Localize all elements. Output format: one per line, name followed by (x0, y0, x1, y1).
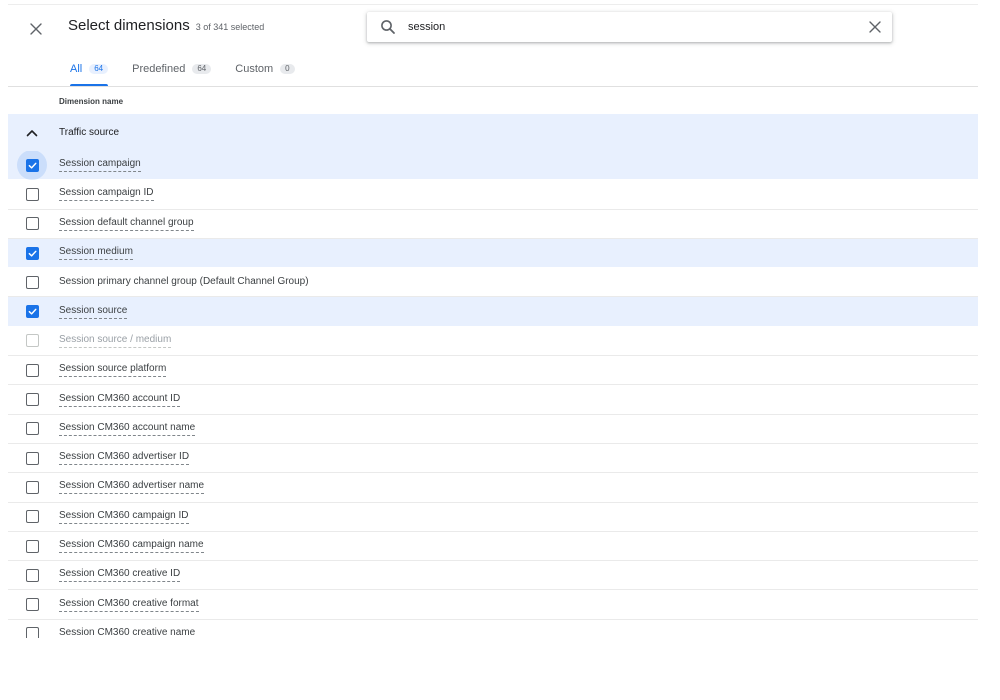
checkbox[interactable] (21, 359, 43, 381)
tab-label: Predefined (132, 63, 186, 75)
list-item[interactable]: Session CM360 advertiser name (8, 473, 978, 503)
checkbox-unchecked-icon (25, 480, 39, 494)
dimension-name: Session CM360 creative ID (59, 568, 181, 583)
dimension-name: Session CM360 creative format (59, 598, 199, 612)
dialog-title: Select dimensions (68, 17, 190, 34)
checkbox-unchecked-icon (25, 275, 39, 289)
checkbox-unchecked-icon (25, 510, 39, 524)
checkbox[interactable] (21, 242, 43, 264)
checkbox-unchecked-icon (25, 627, 39, 638)
list-item[interactable]: Session campaign (8, 151, 978, 181)
checkbox[interactable] (21, 183, 43, 205)
checkbox-checked-icon (25, 305, 39, 319)
tab-count-badge: 64 (89, 64, 109, 74)
list-item[interactable]: Session CM360 creative ID (8, 561, 978, 591)
dimension-name: Session source (59, 305, 128, 319)
checkbox-unchecked-icon (25, 393, 39, 407)
dimension-name: Session campaign ID (59, 187, 154, 202)
checkbox[interactable] (21, 623, 43, 638)
dimension-name: Session CM360 campaign ID (59, 510, 189, 524)
checkbox[interactable] (21, 476, 43, 498)
list-item[interactable]: Session CM360 account ID (8, 385, 978, 415)
group-row-traffic-source[interactable]: Traffic source (8, 114, 978, 152)
checkbox-unchecked-icon (25, 217, 39, 231)
group-label: Traffic source (59, 127, 120, 138)
close-icon (30, 23, 42, 35)
list-item[interactable]: Session campaign ID (8, 180, 978, 210)
tab-custom[interactable]: Custom 0 (223, 55, 306, 86)
dimension-name: Session CM360 advertiser name (59, 480, 205, 495)
checkbox[interactable] (21, 213, 43, 235)
dimension-name: Session campaign (59, 158, 141, 173)
checkbox-unchecked-icon (25, 422, 39, 436)
dialog-title-block: Select dimensions 3 of 341 selected (68, 17, 264, 34)
dimension-name: Session source platform (59, 363, 167, 378)
checkbox-unchecked-icon (25, 568, 39, 582)
list-item[interactable]: Session CM360 campaign name (8, 532, 978, 562)
chevron-up-icon[interactable] (24, 125, 40, 141)
list-item[interactable]: Session CM360 creative name (8, 620, 978, 638)
tab-bar: All 64 Predefined 64 Custom 0 (58, 55, 307, 86)
dimension-name: Session medium (59, 246, 133, 261)
checkbox[interactable] (21, 447, 43, 469)
search-input[interactable] (408, 21, 868, 33)
checkbox-unchecked-icon (25, 539, 39, 553)
checkbox-checked-icon (25, 246, 39, 260)
close-button[interactable] (22, 15, 50, 43)
checkbox[interactable] (21, 506, 43, 528)
selected-count: 3 of 341 selected (195, 22, 265, 32)
tabs-divider (8, 86, 978, 87)
list-item[interactable]: Session CM360 creative format (8, 590, 978, 620)
dimension-name: Session CM360 account ID (59, 393, 181, 407)
checkbox (21, 330, 43, 352)
checkbox[interactable] (21, 535, 43, 557)
checkbox[interactable] (21, 389, 43, 411)
column-header-dimension-name: Dimension name (59, 97, 124, 106)
tab-count-badge: 64 (192, 64, 212, 74)
list-item[interactable]: Session primary channel group (Default C… (8, 268, 978, 298)
dimension-name: Session source / medium (59, 334, 172, 348)
dimension-name: Session CM360 account name (59, 422, 196, 436)
list-item[interactable]: Session CM360 account name (8, 415, 978, 444)
clear-icon (869, 21, 881, 33)
list-item[interactable]: Session CM360 advertiser ID (8, 444, 978, 474)
dimension-name: Session CM360 campaign name (59, 539, 204, 553)
search-box[interactable] (367, 12, 892, 42)
dimension-list: Session campaign Session campaign ID Sessi… (8, 151, 978, 638)
checkbox[interactable] (21, 271, 43, 293)
checkbox-unchecked-icon (25, 598, 39, 612)
list-item[interactable]: Session medium (8, 238, 978, 269)
list-item[interactable]: Session CM360 campaign ID (8, 503, 978, 532)
checkbox[interactable] (21, 594, 43, 616)
checkbox-unchecked-icon (25, 363, 39, 377)
checkbox[interactable] (21, 418, 43, 440)
dimension-name: Session default channel group (59, 217, 194, 231)
dimension-name: Session CM360 advertiser ID (59, 451, 190, 466)
dimension-name: Session CM360 creative name (59, 627, 195, 638)
checkbox-unchecked-icon (25, 334, 39, 348)
checkbox-checked-icon (25, 158, 39, 172)
list-item[interactable]: Session source / medium (8, 327, 978, 357)
tab-label: All (70, 63, 83, 75)
checkbox[interactable] (17, 151, 47, 181)
checkbox-unchecked-icon (25, 187, 39, 201)
tab-label: Custom (235, 63, 274, 75)
list-item[interactable]: Session source platform (8, 356, 978, 386)
list-item[interactable]: Session default channel group (8, 210, 978, 239)
tab-all[interactable]: All 64 (58, 55, 120, 86)
clear-search-button[interactable] (868, 20, 882, 34)
tab-count-badge: 0 (280, 64, 295, 74)
search-icon (380, 19, 396, 35)
top-divider (8, 4, 978, 5)
dimension-name: Session primary channel group (Default C… (59, 275, 309, 287)
checkbox[interactable] (21, 564, 43, 586)
tab-predefined[interactable]: Predefined 64 (120, 55, 223, 86)
checkbox-unchecked-icon (25, 451, 39, 465)
checkbox[interactable] (21, 301, 43, 323)
list-item[interactable]: Session source (8, 297, 978, 327)
